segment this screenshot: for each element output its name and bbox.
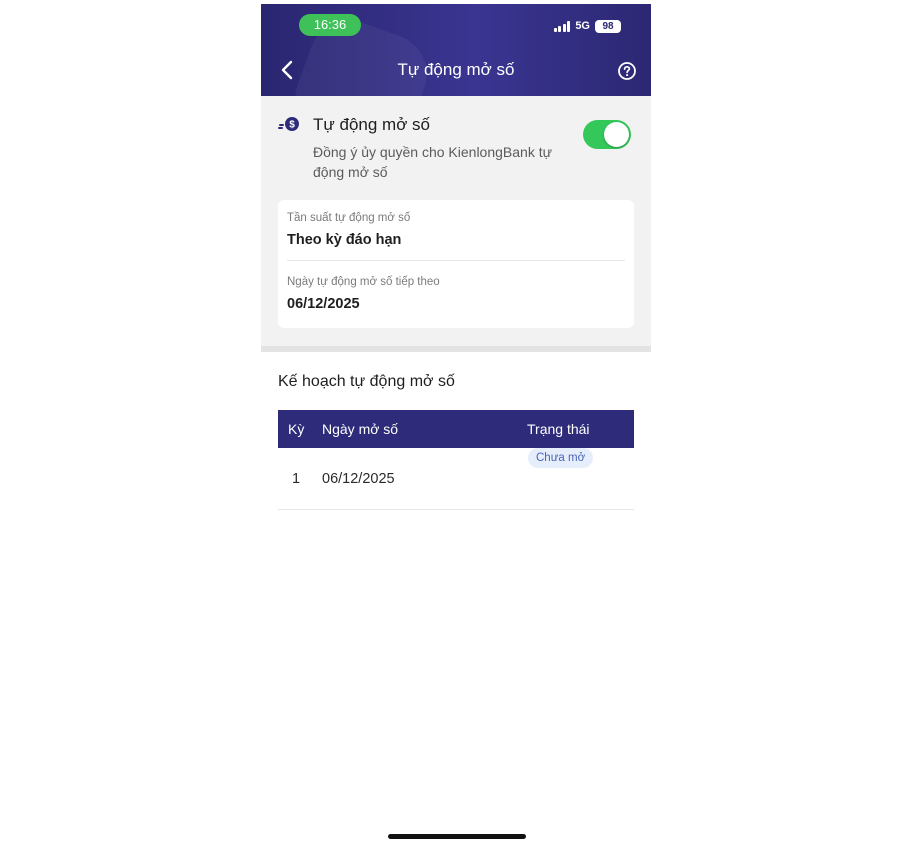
frequency-label: Tần suất tự động mở số <box>287 212 411 224</box>
cell-date: 06/12/2025 <box>322 471 395 487</box>
table-header: Kỳ Ngày mở số Trạng thái <box>278 410 634 448</box>
section-divider <box>261 346 651 352</box>
help-button[interactable] <box>617 61 637 81</box>
network-type: 5G <box>575 20 590 32</box>
next-date-label: Ngày tự động mở số tiếp theo <box>287 276 440 288</box>
auto-open-title: Tự động mở số <box>313 115 431 134</box>
auto-open-settings: $ Tự động mở số Đồng ý ủy quyền cho Kien… <box>261 96 651 350</box>
status-time: 16:36 <box>299 14 361 36</box>
divider <box>287 260 625 261</box>
column-header-status: Trạng thái <box>527 421 590 437</box>
page-title: Tự động mở số <box>397 60 515 79</box>
battery-icon: 98 <box>595 19 621 33</box>
svg-text:$: $ <box>289 120 295 131</box>
app-header: 16:36 5G 98 Tự động mở số <box>261 4 651 96</box>
auto-open-toggle[interactable] <box>583 120 631 149</box>
status-indicators: 5G 98 <box>553 18 621 34</box>
auto-open-description: Đồng ý ủy quyền cho KienlongBank tự động… <box>313 144 552 180</box>
plan-table: Kỳ Ngày mở số Trạng thái 1 06/12/2025 Ch… <box>278 410 634 510</box>
cell-period: 1 <box>292 471 301 487</box>
column-header-period: Kỳ <box>288 421 305 437</box>
signal-icon <box>553 20 571 32</box>
column-header-date: Ngày mở số <box>322 421 399 437</box>
status-badge: Chưa mở <box>528 448 594 468</box>
plan-title: Kế hoạch tự động mở số <box>278 373 455 390</box>
phone-screen: 16:36 5G 98 Tự động mở số $ Tự động mở s… <box>261 4 651 852</box>
home-indicator[interactable] <box>388 834 526 839</box>
info-card: Tần suất tự động mở số Theo kỳ đáo hạn N… <box>278 200 634 328</box>
frequency-value: Theo kỳ đáo hạn <box>287 232 402 248</box>
table-row[interactable]: 1 06/12/2025 Chưa mở <box>278 448 634 510</box>
question-circle-icon <box>618 62 636 80</box>
next-date-value: 06/12/2025 <box>287 296 360 312</box>
toggle-knob <box>604 122 629 147</box>
coin-icon: $ <box>278 116 300 134</box>
